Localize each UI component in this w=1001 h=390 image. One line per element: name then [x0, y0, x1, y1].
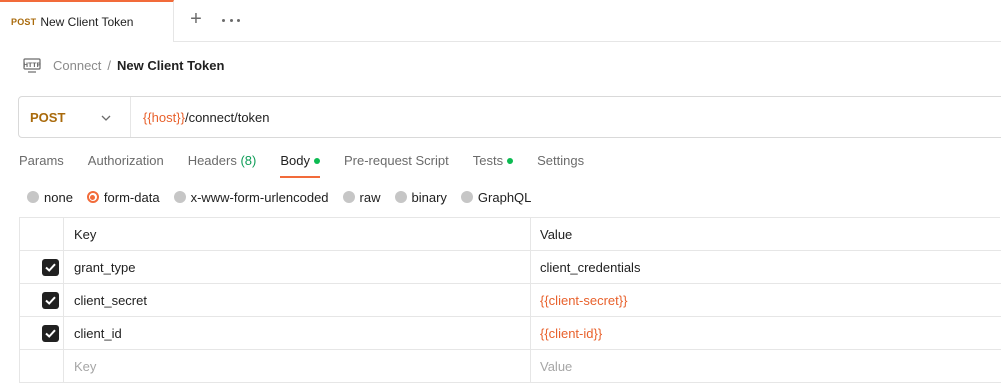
breadcrumb-current[interactable]: New Client Token [117, 58, 224, 73]
radio-graphql[interactable]: GraphQL [460, 189, 532, 205]
value-column-header: Value [540, 226, 573, 242]
url-input[interactable]: {{host}}/connect/token [131, 110, 270, 125]
radio-circle [27, 191, 39, 203]
tab-label: Body [280, 153, 310, 168]
tab-label: Settings [537, 153, 585, 168]
table-row: grant_type client_credentials [20, 251, 1001, 284]
more-dots-icon[interactable] [222, 10, 240, 30]
url-path: /connect/token [184, 109, 270, 125]
url-variable: {{host}} [143, 109, 185, 125]
radio-label: form-data [103, 189, 160, 205]
radio-circle [342, 191, 355, 203]
radio-raw[interactable]: raw [342, 189, 381, 205]
radio-label: GraphQL [477, 189, 532, 205]
http-icon: HTTP [23, 58, 41, 73]
svg-text:HTTP: HTTP [23, 62, 41, 69]
check-icon [45, 263, 56, 272]
key-column-header: Key [64, 218, 531, 250]
radio-binary[interactable]: binary [394, 189, 447, 205]
tab-body[interactable]: Body [280, 152, 320, 178]
tab-tests[interactable]: Tests [472, 152, 514, 178]
tab-label: Pre-request Script [343, 153, 449, 168]
tab-params[interactable]: Params [19, 152, 64, 178]
table-row: client_secret {{client-secret}} [20, 284, 1001, 317]
radio-circle [394, 191, 407, 203]
table-row-new: Key Value [20, 350, 1001, 383]
breadcrumb-separator: / [107, 57, 112, 73]
row-checkbox[interactable] [42, 292, 59, 309]
tab-label: Tests [472, 153, 504, 168]
row-key[interactable]: client_id [64, 317, 531, 349]
radio-circle [173, 191, 186, 203]
row-value[interactable]: {{client-secret}} [531, 284, 1001, 316]
tab-headers[interactable]: Headers (8) [188, 152, 257, 178]
check-icon [45, 296, 56, 305]
row-check-cell [20, 317, 64, 349]
row-key[interactable]: grant_type [64, 251, 531, 283]
radio-circle-selected [86, 191, 99, 203]
row-checkbox[interactable] [42, 325, 59, 342]
row-value[interactable]: client_credentials [531, 251, 1001, 283]
radio-label: raw [359, 189, 381, 205]
radio-form-data[interactable]: form-data [86, 189, 160, 205]
request-tabs: Params Authorization Headers (8) Body Pr… [19, 152, 608, 178]
table-header-row: Key Value [20, 218, 1001, 251]
status-dot [507, 157, 514, 164]
row-key[interactable]: client_secret [64, 284, 531, 316]
radio-label: x-www-form-urlencoded [190, 189, 329, 205]
request-tab[interactable]: POST New Client Token [0, 0, 174, 42]
breadcrumb: HTTP Connect / New Client Token [22, 54, 224, 76]
status-dot [313, 157, 320, 164]
headers-count: (8) [240, 153, 257, 168]
check-icon [45, 329, 56, 338]
table-row: client_id {{client-id}} [20, 317, 1001, 350]
plus-icon[interactable]: + [186, 9, 206, 30]
chevron-down-icon [101, 115, 111, 121]
body-type-radios: none form-data x-www-form-urlencoded raw… [27, 188, 545, 206]
radio-label: none [44, 189, 73, 205]
tab-label: Headers [187, 153, 237, 168]
tab-title: New Client Token [40, 15, 134, 29]
new-key-input[interactable]: Key [64, 350, 531, 382]
method-label: POST [30, 109, 66, 125]
form-data-table: Key Value grant_type client_credentials … [19, 217, 1001, 383]
row-check-cell [20, 284, 64, 316]
tab-label: Authorization [87, 153, 164, 168]
new-value-input[interactable]: Value [531, 350, 1001, 382]
radio-urlencoded[interactable]: x-www-form-urlencoded [173, 189, 329, 205]
row-value[interactable]: {{client-id}} [531, 317, 1001, 349]
header-check-cell [20, 218, 64, 250]
row-checkbox[interactable] [42, 259, 59, 276]
tab-settings[interactable]: Settings [537, 152, 584, 178]
row-check-cell [20, 350, 64, 382]
breadcrumb-parent[interactable]: Connect [53, 58, 101, 73]
url-bar: POST {{host}}/connect/token [18, 96, 1001, 138]
radio-circle [460, 191, 473, 203]
radio-label: binary [411, 189, 447, 205]
tab-pre-request-script[interactable]: Pre-request Script [344, 152, 449, 178]
row-check-cell [20, 251, 64, 283]
tab-label: Params [19, 153, 64, 168]
tab-authorization[interactable]: Authorization [88, 152, 164, 178]
tab-bar: POST New Client Token + [0, 0, 1001, 42]
method-dropdown[interactable]: POST [19, 97, 131, 137]
tab-method-label: POST [11, 17, 37, 27]
radio-none[interactable]: none [27, 190, 73, 205]
